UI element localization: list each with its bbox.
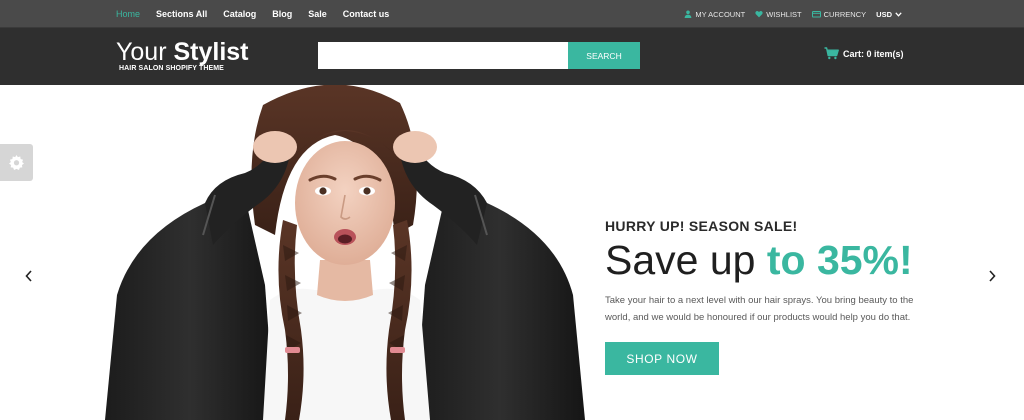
search-button[interactable]: SEARCH bbox=[568, 42, 640, 69]
logo-tagline: HAIR SALON SHOPIFY THEME bbox=[119, 65, 224, 72]
cart-icon bbox=[824, 47, 839, 60]
nav-sections-all[interactable]: Sections All bbox=[156, 9, 207, 19]
logo-wordmark: Your Stylist bbox=[116, 38, 249, 66]
promo-body: Take your hair to a next level with our … bbox=[605, 295, 914, 323]
promo-eyebrow: HURRY UP! SEASON SALE! bbox=[605, 218, 798, 234]
logo-word-light: Your bbox=[116, 38, 167, 66]
promo-headline: Save up to 35%! bbox=[605, 237, 925, 283]
chevron-down-icon bbox=[895, 11, 902, 17]
hero-slider: HURRY UP! SEASON SALE! Save up to 35%! T… bbox=[0, 85, 1024, 420]
currency-value: USD bbox=[876, 9, 892, 19]
heart-icon bbox=[755, 11, 763, 18]
headline-plain: Save up bbox=[605, 237, 756, 283]
gear-icon bbox=[9, 155, 24, 170]
settings-tab[interactable] bbox=[0, 144, 33, 181]
nav-catalog[interactable]: Catalog bbox=[223, 9, 256, 19]
top-navigation: Home Sections All Catalog Blog Sale Cont… bbox=[116, 0, 389, 28]
hero-model-image bbox=[105, 85, 585, 420]
user-icon bbox=[684, 10, 692, 18]
my-account-label: MY ACCOUNT bbox=[695, 9, 746, 19]
wishlist-link[interactable]: WISHLIST bbox=[755, 9, 802, 19]
nav-blog[interactable]: Blog bbox=[272, 9, 292, 19]
chevron-right-icon[interactable] bbox=[986, 269, 998, 283]
currency-icon bbox=[811, 11, 821, 18]
currency-select[interactable]: USD bbox=[876, 10, 902, 19]
shop-now-button[interactable]: SHOP NOW bbox=[605, 342, 719, 375]
site-header: Your Stylist HAIR SALON SHOPIFY THEME SE… bbox=[0, 28, 1024, 85]
site-logo[interactable]: Your Stylist HAIR SALON SHOPIFY THEME bbox=[116, 38, 249, 72]
chevron-left-icon[interactable] bbox=[23, 269, 35, 283]
search-input[interactable] bbox=[318, 42, 568, 69]
hero-promo: HURRY UP! SEASON SALE! Save up to 35%! T… bbox=[605, 218, 925, 375]
my-account-link[interactable]: MY ACCOUNT bbox=[684, 10, 745, 19]
search-form: SEARCH bbox=[318, 42, 640, 69]
currency-link[interactable]: CURRENCY bbox=[811, 9, 867, 19]
cart-label: Cart: 0 item(s) bbox=[843, 48, 904, 59]
headline-accent: to 35%! bbox=[766, 237, 913, 283]
nav-contact-us[interactable]: Contact us bbox=[343, 9, 390, 19]
wishlist-label: WISHLIST bbox=[766, 9, 802, 19]
cart-link[interactable]: Cart: 0 item(s) bbox=[824, 47, 904, 60]
currency-label: CURRENCY bbox=[823, 9, 867, 19]
utility-links: MY ACCOUNT WISHLIST CURRENCY USD bbox=[684, 0, 902, 28]
nav-sale[interactable]: Sale bbox=[308, 9, 327, 19]
logo-word-bold: Stylist bbox=[173, 38, 249, 66]
top-bar: Home Sections All Catalog Blog Sale Cont… bbox=[0, 0, 1024, 28]
nav-home[interactable]: Home bbox=[116, 9, 140, 19]
